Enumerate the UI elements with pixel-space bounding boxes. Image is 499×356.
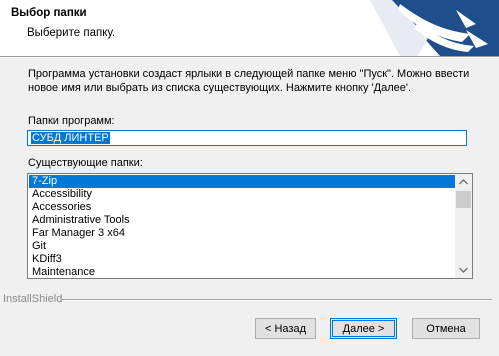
program-folder-input[interactable]: СУБД ЛИНТЕР — [27, 130, 467, 146]
list-item-accessibility[interactable]: Accessibility — [29, 188, 455, 201]
program-folder-label: Папки программ: — [28, 115, 115, 127]
chevron-down-icon — [459, 267, 468, 273]
installshield-brand: InstallShield — [3, 293, 63, 305]
folder-items: 7-Zip Accessibility Accessories Administ… — [29, 175, 455, 278]
page-title: Выбор папки — [11, 7, 87, 19]
list-item-accessories[interactable]: Accessories — [29, 201, 455, 214]
existing-folders-label: Существующие папки: — [28, 157, 143, 169]
scroll-up-button[interactable] — [455, 174, 472, 190]
header-banner: Выбор папки Выберите папку. — [0, 0, 499, 56]
list-item-git[interactable]: Git — [29, 240, 455, 253]
next-button-label: Далее > — [332, 320, 395, 337]
chevron-up-icon — [459, 179, 468, 185]
next-button[interactable]: Далее > — [330, 318, 397, 339]
list-item-far-manager[interactable]: Far Manager 3 x64 — [29, 227, 455, 240]
list-item-maintenance[interactable]: Maintenance — [29, 266, 455, 278]
cancel-button[interactable]: Отмена — [412, 318, 480, 339]
footer-divider — [62, 299, 492, 301]
instructions-text: Программа установки создаст ярлыки в сле… — [28, 68, 470, 94]
program-folder-value: СУБД ЛИНТЕР — [31, 132, 110, 144]
existing-folders-list[interactable]: 7-Zip Accessibility Accessories Administ… — [27, 173, 473, 279]
list-scrollbar[interactable] — [455, 174, 472, 278]
list-item-administrative-tools[interactable]: Administrative Tools — [29, 214, 455, 227]
scroll-thumb[interactable] — [456, 191, 471, 208]
scroll-down-button[interactable] — [455, 262, 472, 278]
header-divider — [0, 56, 499, 58]
list-item-kdiff3[interactable]: KDiff3 — [29, 253, 455, 266]
list-item-7zip[interactable]: 7-Zip — [29, 175, 455, 188]
installshield-logo-icon — [370, 0, 499, 56]
page-subtitle: Выберите папку. — [27, 27, 116, 39]
back-button[interactable]: < Назад — [255, 318, 316, 339]
